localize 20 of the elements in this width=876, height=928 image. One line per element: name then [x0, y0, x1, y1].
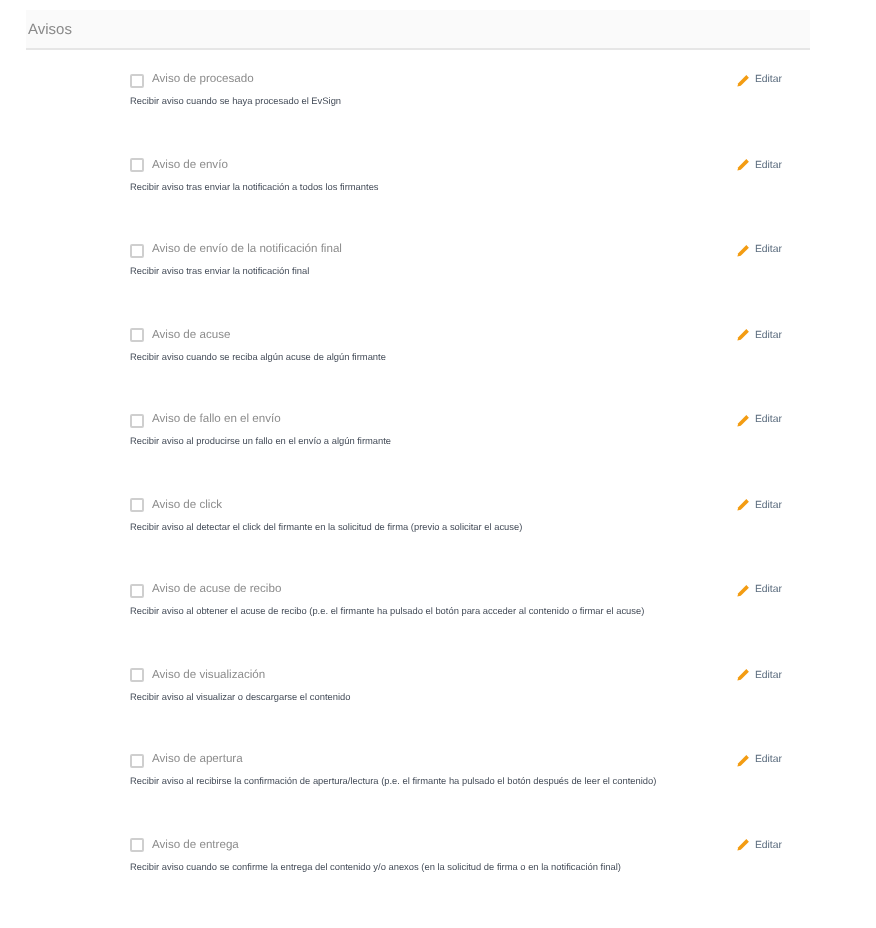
- pencil-icon: [736, 668, 751, 682]
- pencil-icon: [736, 158, 751, 172]
- checkbox[interactable]: [130, 413, 144, 427]
- checkbox[interactable]: [130, 668, 144, 682]
- pencil-icon: [736, 838, 751, 852]
- pencil-icon: [736, 753, 751, 767]
- pencil-icon: [736, 583, 751, 597]
- checkbox[interactable]: [130, 498, 144, 512]
- pencil-icon: [736, 243, 751, 257]
- checkbox[interactable]: [130, 753, 144, 767]
- pencil-icon: [736, 413, 751, 427]
- checkbox[interactable]: [130, 583, 144, 597]
- checkbox[interactable]: [130, 243, 144, 257]
- checkbox[interactable]: [130, 328, 144, 342]
- pencil-icon: [736, 73, 751, 87]
- checkbox[interactable]: [130, 838, 144, 852]
- pencil-icon: [736, 498, 751, 512]
- pencil-icon: [736, 328, 751, 342]
- checkbox[interactable]: [130, 73, 144, 87]
- checkbox[interactable]: [130, 158, 144, 172]
